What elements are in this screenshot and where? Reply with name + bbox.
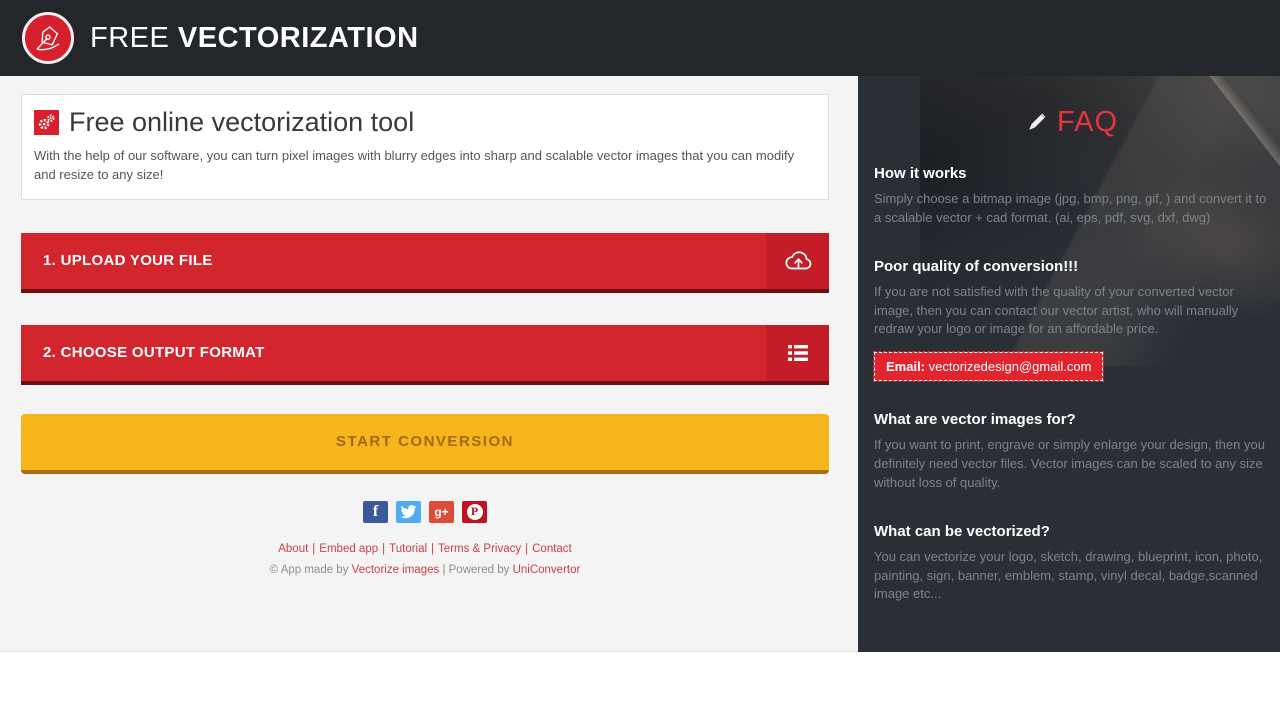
main-column: Free online vectorization tool With the … xyxy=(0,76,858,652)
choose-format-label: 2. CHOOSE OUTPUT FORMAT xyxy=(43,344,265,362)
email-label: Email: xyxy=(886,359,926,375)
site-title: FREE VECTORIZATION xyxy=(90,22,419,55)
faq-heading: What are vector images for? xyxy=(874,411,1076,429)
start-conversion-button[interactable]: START CONVERSION xyxy=(21,413,829,474)
upload-file-button[interactable]: 1. UPLOAD YOUR FILE xyxy=(21,232,829,293)
google-plus-icon[interactable]: g+ xyxy=(429,500,454,523)
link-about[interactable]: About xyxy=(278,543,308,555)
intro-description: With the help of our software, you can t… xyxy=(34,148,795,182)
credit-prefix: © App made by xyxy=(269,563,349,576)
upload-file-label: 1. UPLOAD YOUR FILE xyxy=(43,252,213,270)
email-address: vectorizedesign@gmail.com xyxy=(928,359,1092,375)
app-header: FREE VECTORIZATION xyxy=(0,0,1280,76)
faq-body: Simply choose a bitmap image (jpg, bmp, … xyxy=(874,191,1267,225)
pinterest-letter: P xyxy=(466,503,483,520)
faq-header: FAQ xyxy=(874,106,1268,139)
faq-section-vector-images-for: What are vector images for? If you want … xyxy=(874,411,1268,493)
uniconvertor-link[interactable]: UniConvertor xyxy=(513,564,581,576)
faq-body: If you want to print, engrave or simply … xyxy=(874,437,1265,490)
footer-links: About | Embed app | Tutorial | Terms & Privacy… xyxy=(21,543,829,555)
pinterest-icon[interactable]: P xyxy=(462,500,487,523)
gears-icon xyxy=(34,110,59,135)
site-title-bold: VECTORIZATION xyxy=(177,21,419,54)
link-embed-app[interactable]: Embed app xyxy=(319,543,378,555)
link-separator: | xyxy=(312,542,316,555)
faq-heading: What can be vectorized? xyxy=(874,522,1050,540)
faq-section-poor-quality: Poor quality of conversion!!! If you are… xyxy=(872,257,1268,383)
choose-format-button[interactable]: 2. CHOOSE OUTPUT FORMAT xyxy=(21,324,829,385)
page-content: Free online vectorization tool With the … xyxy=(0,76,1280,652)
faq-section-what-can-be-vectorized: What can be vectorized? You can vectoriz… xyxy=(874,523,1268,605)
faq-title: FAQ xyxy=(1056,106,1118,138)
social-share-row: f g+ P xyxy=(21,500,829,523)
page-title: Free online vectorization tool xyxy=(69,107,415,137)
link-contact[interactable]: Contact xyxy=(532,543,572,555)
credit-line: © App made by Vectorize images | Powered… xyxy=(21,564,829,576)
faq-heading: How it works xyxy=(874,165,967,182)
pencil-icon xyxy=(1024,111,1048,135)
faq-body: If you are not satisfied with the qualit… xyxy=(874,283,1239,337)
vectorize-images-link[interactable]: Vectorize images xyxy=(352,564,440,576)
link-separator: | xyxy=(431,542,435,555)
pen-nib-icon xyxy=(31,21,65,55)
faq-heading: Poor quality of conversion!!! xyxy=(874,257,1079,275)
link-tutorial[interactable]: Tutorial xyxy=(389,543,427,555)
intro-box: Free online vectorization tool With the … xyxy=(21,94,829,200)
faq-sidebar: FAQ How it works Simply choose a bitmap … xyxy=(858,76,1280,652)
facebook-icon[interactable]: f xyxy=(363,500,388,523)
intro-head: Free online vectorization tool xyxy=(34,107,814,138)
link-separator: | xyxy=(382,542,386,555)
faq-section-how-it-works: How it works Simply choose a bitmap imag… xyxy=(874,165,1268,228)
format-list-icon xyxy=(766,324,829,381)
twitter-icon[interactable] xyxy=(396,500,421,523)
link-terms-privacy[interactable]: Terms & Privacy xyxy=(438,543,521,555)
site-title-light: FREE xyxy=(90,21,170,54)
contact-email-badge[interactable]: Email: vectorizedesign@gmail.com xyxy=(872,351,1105,383)
faq-body: You can vectorize your logo, sketch, dra… xyxy=(874,548,1263,602)
link-separator: | xyxy=(525,542,529,555)
credit-mid: | Powered by xyxy=(442,563,510,576)
cloud-upload-icon xyxy=(766,232,829,289)
site-logo[interactable] xyxy=(22,12,74,64)
